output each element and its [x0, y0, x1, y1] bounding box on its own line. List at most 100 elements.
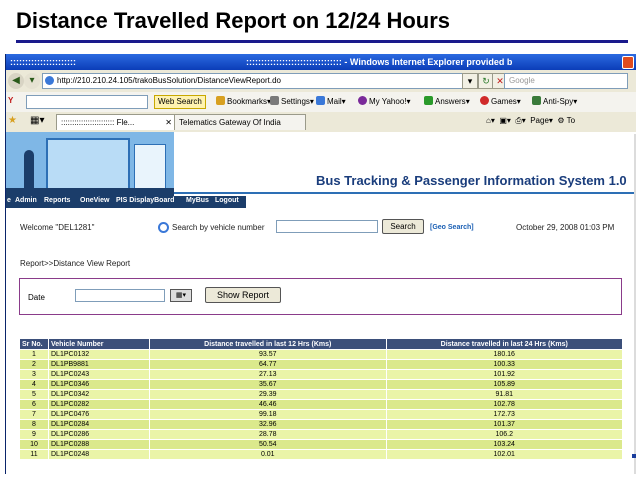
tools-menu[interactable]: ⚙ To [557, 116, 575, 125]
table-cell: 28.78 [149, 429, 387, 440]
mail-button[interactable]: Mail▾ [316, 96, 346, 106]
menu-item-logout[interactable]: Logout [215, 197, 239, 204]
menu-item-reports[interactable]: Reports [44, 197, 70, 204]
table-cell: 102.01 [385, 449, 623, 460]
back-button[interactable]: ◀ [8, 73, 24, 89]
table-row: 2 DL1PB9881 64.77 100.33 [19, 359, 623, 370]
tab-label: :::::::::::::::::::::::: Fle... [61, 118, 135, 127]
tab-telematics[interactable]: Telematics Gateway Of India [174, 114, 306, 130]
quick-tabs-icon[interactable]: ▦▾ [30, 115, 44, 126]
anti-spy-button[interactable]: Anti-Spy▾ [532, 96, 577, 106]
table-cell: 50.54 [149, 439, 387, 450]
table-cell: 102.78 [385, 399, 623, 410]
table-cell: 100.33 [385, 359, 623, 370]
tab-bar: ★ ▦▾ :::::::::::::::::::::::: Fle... ✕ T… [6, 112, 636, 133]
bookmark-icon [216, 96, 225, 105]
tab-fleet[interactable]: :::::::::::::::::::::::: Fle... ✕ [56, 114, 176, 130]
table-row: 4 DL1PC0346 35.67 105.89 [19, 379, 623, 390]
table-cell: 5 [19, 389, 49, 400]
table-cell: 6 [19, 399, 49, 410]
calendar-dropdown-button[interactable]: ▦▾ [170, 289, 192, 302]
table-cell: 8 [19, 419, 49, 430]
page-menu[interactable]: Page▾ [530, 116, 553, 125]
distance-report-table: Sr No. Vehicle Number Distance travelled… [19, 338, 623, 460]
breadcrumb: Report>>Distance View Report [20, 259, 131, 268]
banner-image [6, 132, 174, 196]
menu-item-admin[interactable]: Admin [15, 197, 37, 204]
table-cell: DL1PC0476 [48, 409, 150, 420]
favorites-star-icon[interactable]: ★ [8, 115, 17, 126]
my-yahoo-icon [358, 96, 367, 105]
table-cell: 91.81 [385, 389, 623, 400]
table-cell: 64.77 [149, 359, 387, 370]
vehicle-search-input[interactable] [276, 220, 378, 233]
mail-icon [316, 96, 325, 105]
banner-divider [174, 192, 636, 194]
table-cell: DL1PC0282 [48, 399, 150, 410]
yahoo-icon[interactable]: Y [8, 96, 13, 105]
table-cell: DL1PC0286 [48, 429, 150, 440]
home-icon[interactable]: ⌂▾ [486, 116, 495, 125]
print-icon[interactable]: ⎙▾ [515, 116, 525, 125]
search-label: Search by vehicle number [172, 223, 265, 232]
title-underline [16, 40, 628, 43]
url-text: http://210.210.24.105/trakoBusSolution/D… [57, 76, 281, 85]
table-cell: 4 [19, 379, 49, 390]
bookmarks-menu[interactable]: Bookmarks▾ [216, 96, 271, 106]
table-cell: 172.73 [385, 409, 623, 420]
web-search-button[interactable]: Web Search [154, 95, 206, 109]
ie-page-icon [45, 76, 54, 85]
table-cell: DL1PC0248 [48, 449, 150, 460]
table-cell: 3 [19, 369, 49, 380]
table-header-row: Sr No. Vehicle Number Distance travelled… [19, 338, 623, 350]
my-yahoo-button[interactable]: My Yahoo!▾ [358, 96, 411, 106]
menu-item-pis-displayboard[interactable]: PIS DisplayBoard [116, 197, 174, 204]
slide-title: Distance Travelled Report on 12/24 Hours [16, 8, 451, 33]
url-dropdown-button[interactable]: ▾ [462, 73, 478, 89]
close-tab-icon[interactable]: ✕ [165, 115, 172, 130]
settings-menu[interactable]: Settings▾ [270, 96, 314, 106]
table-row: 5 DL1PC0342 29.39 91.81 [19, 389, 623, 400]
answers-button[interactable]: Answers▾ [424, 96, 470, 106]
close-window-button[interactable] [622, 56, 634, 69]
anti-spy-icon [532, 96, 541, 105]
table-cell: DL1PC0284 [48, 419, 150, 430]
table-row: 8 DL1PC0284 32.96 101.37 [19, 419, 623, 430]
table-cell: 2 [19, 359, 49, 370]
url-field[interactable]: http://210.210.24.105/trakoBusSolution/D… [42, 73, 478, 89]
date-label: Date [28, 293, 45, 302]
scrollbar[interactable] [634, 134, 636, 474]
geo-search-link[interactable]: [Geo Search] [430, 224, 474, 231]
table-cell: 10 [19, 439, 49, 450]
window-title: :::::::::::::::::::::::::::::::: - Windo… [246, 57, 513, 67]
table-cell: 93.57 [149, 349, 387, 360]
games-icon [480, 96, 489, 105]
feeds-icon[interactable]: ▣▾ [499, 116, 511, 125]
table-cell: 101.92 [385, 369, 623, 380]
table-cell: 106.2 [385, 429, 623, 440]
table-cell: 46.46 [149, 399, 387, 410]
menu-item-mybus[interactable]: MyBus [186, 197, 209, 204]
table-cell: DL1PC0342 [48, 389, 150, 400]
yahoo-search-input[interactable] [26, 95, 148, 109]
games-button[interactable]: Games▾ [480, 96, 521, 106]
date-filter-form: Date ▦▾ Show Report [19, 278, 622, 315]
date-input[interactable] [75, 289, 165, 302]
search-button[interactable]: Search [382, 219, 424, 234]
show-report-button[interactable]: Show Report [205, 287, 281, 303]
table-cell: 180.16 [385, 349, 623, 360]
command-bar: ⌂▾ ▣▾ ⎙▾ Page▾ ⚙ To [486, 116, 575, 126]
current-datetime: October 29, 2008 01:03 PM [516, 223, 615, 232]
table-cell: 32.96 [149, 419, 387, 430]
menu-item-home[interactable]: e [7, 197, 11, 204]
table-cell: 101.37 [385, 419, 623, 430]
forward-dropdown-button[interactable]: ▾ [24, 73, 40, 89]
browser-window: :::::::::::::::::::::: :::::::::::::::::… [5, 54, 636, 474]
table-row: 1 DL1PC0132 93.57 180.16 [19, 349, 623, 360]
table-cell: DL1PC0132 [48, 349, 150, 360]
table-cell: 11 [19, 449, 49, 460]
google-search-input[interactable]: Google [504, 73, 628, 89]
table-cell: 29.39 [149, 389, 387, 400]
window-titlebar: :::::::::::::::::::::: :::::::::::::::::… [6, 54, 636, 70]
menu-item-oneview[interactable]: OneView [80, 197, 109, 204]
